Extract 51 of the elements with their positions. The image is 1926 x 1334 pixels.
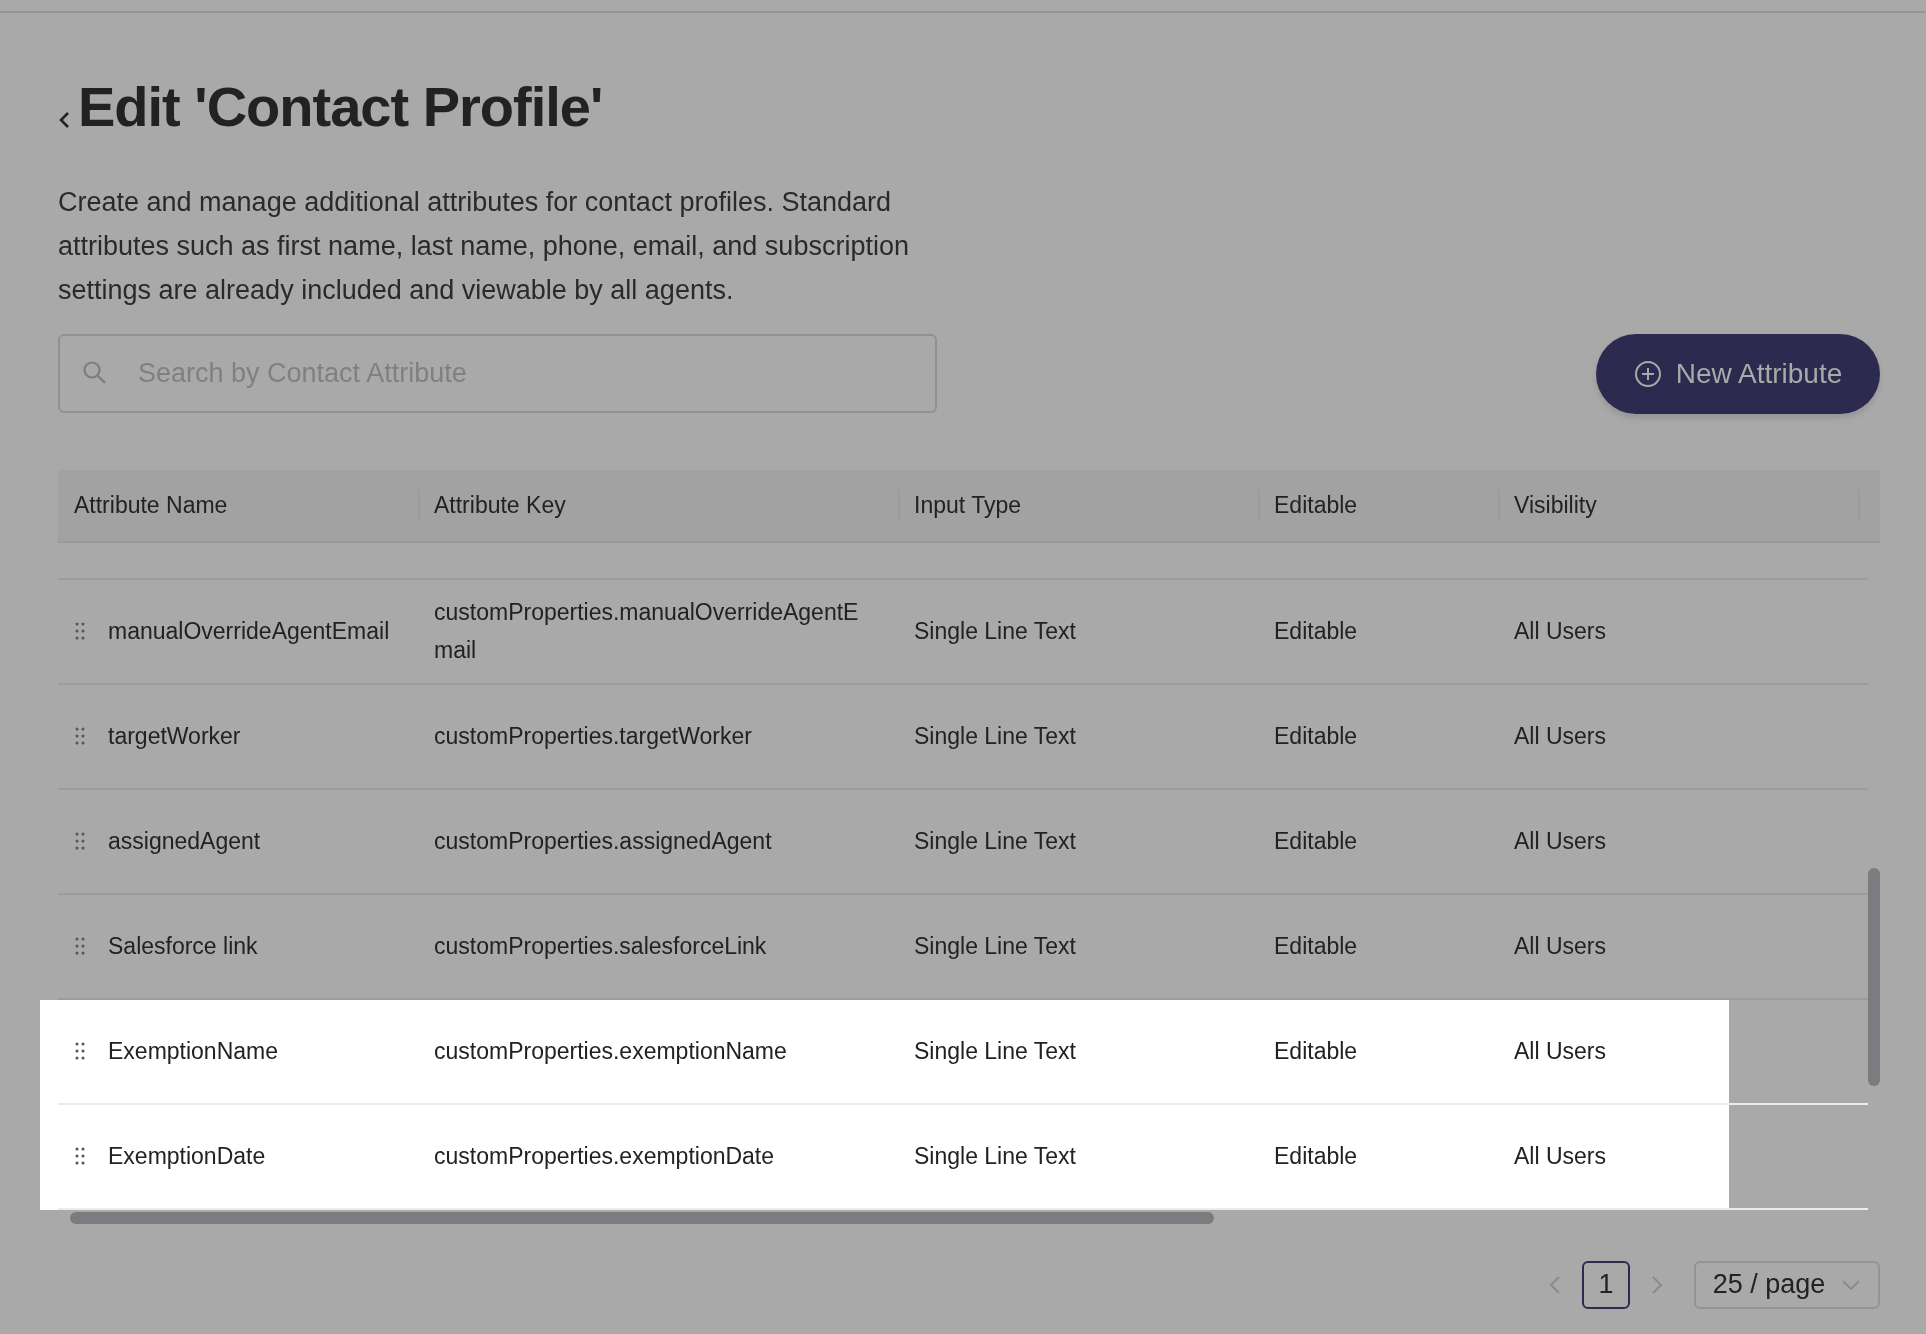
table-cell-text: Editable <box>1273 722 1359 752</box>
table-cell-text: Editable <box>1273 617 1359 647</box>
table-cell-text: customProperties.targetWorker <box>433 722 753 752</box>
drag-handle-icon[interactable] <box>74 1041 86 1062</box>
column-header: Attribute Key <box>418 469 898 541</box>
table-cell-text: manualOverrideAgentEmail <box>108 617 390 647</box>
table-cell-text: Single Line Text <box>913 932 1077 962</box>
table-cell-text: Salesforce link <box>108 932 258 962</box>
table-cell-text: All Users <box>1513 1142 1607 1172</box>
table-cell-text: Single Line Text <box>913 722 1077 752</box>
table-cell-text: customProperties.salesforceLink <box>433 932 768 962</box>
horizontal-scrollbar[interactable] <box>70 1211 1214 1224</box>
table-cell-text: Single Line Text <box>913 1142 1077 1172</box>
page-size-dropdown[interactable]: 25 / page <box>1694 1260 1880 1309</box>
table-cell-text: All Users <box>1513 722 1607 752</box>
table-cell-text: targetWorker <box>108 722 241 752</box>
column-header: Editable <box>1258 469 1498 541</box>
page-description: Create and manage additional attributes for contact profiles. Standard attributes such as first name, last name, phone, email, and subscription settings are already included and viewable by all agents. <box>58 185 910 307</box>
column-header: Input Type <box>898 469 1258 541</box>
table-cell-text: Single Line Text <box>913 1037 1077 1067</box>
page-button[interactable]: 1 <box>1582 1260 1630 1309</box>
table-cell-text: ExemptionName <box>108 1037 279 1067</box>
drag-handle-icon[interactable] <box>74 1146 86 1167</box>
table-cell-text: customProperties.manualOverrideAgentEmail <box>433 598 860 666</box>
table-cell-text: Editable <box>1273 1037 1359 1067</box>
table-cell-text: All Users <box>1513 827 1607 857</box>
drag-handle-icon[interactable] <box>74 621 86 642</box>
table-cell-text: Editable <box>1273 827 1359 857</box>
column-header: Attribute Name <box>73 490 229 520</box>
plus-circle-icon <box>1633 359 1662 388</box>
table-cell-text: All Users <box>1513 617 1607 647</box>
page-title: Edit 'Contact Profile' <box>78 76 603 138</box>
table-cell-text: ExemptionDate <box>108 1142 266 1172</box>
table-cell-text: Editable <box>1273 1142 1359 1172</box>
table-cell-text: All Users <box>1513 932 1607 962</box>
table-cell-text: All Users <box>1513 1037 1607 1067</box>
chevron-down-icon <box>1841 1278 1862 1291</box>
column-header: Visibility <box>1498 469 1858 541</box>
new-attribute-button[interactable]: New Attribute <box>1596 333 1880 414</box>
vertical-scrollbar[interactable] <box>1868 867 1880 1086</box>
table-cell-text: Single Line Text <box>913 617 1077 647</box>
drag-handle-icon[interactable] <box>74 726 86 747</box>
drag-handle-icon[interactable] <box>74 936 86 957</box>
table-cell-text: Editable <box>1273 932 1359 962</box>
table-cell-text: assignedAgent <box>108 827 261 857</box>
drag-handle-icon[interactable] <box>74 831 86 852</box>
table-cell-text: customProperties.exemptionName <box>433 1037 788 1067</box>
back-chevron-icon[interactable] <box>58 109 72 130</box>
table-cell-text: Single Line Text <box>913 827 1077 857</box>
table-cell-text: customProperties.assignedAgent <box>433 827 773 857</box>
table-cell-text: customProperties.exemptionDate <box>433 1142 776 1172</box>
